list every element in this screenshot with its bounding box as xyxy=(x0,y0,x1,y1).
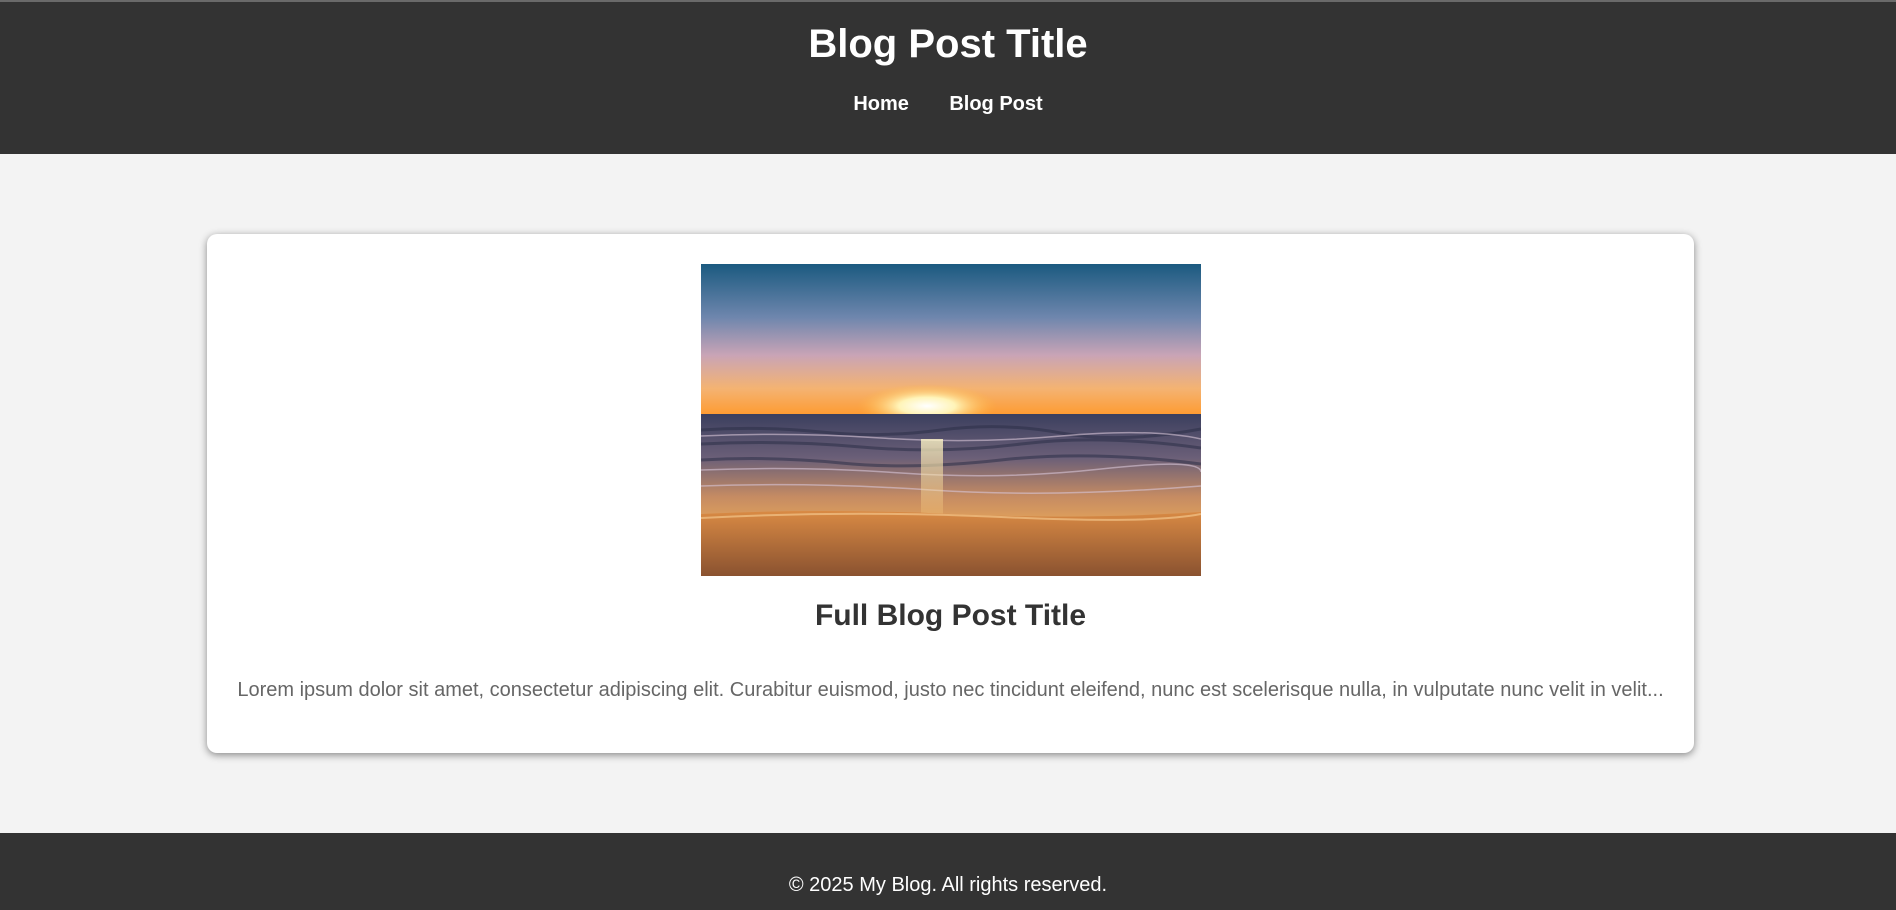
site-footer: © 2025 My Blog. All rights reserved. xyxy=(0,833,1896,910)
post-excerpt: Lorem ipsum dolor sit amet, consectetur … xyxy=(237,679,1664,701)
footer-copyright: © 2025 My Blog. All rights reserved. xyxy=(788,874,1108,896)
nav-link-blog-post[interactable]: Blog Post xyxy=(949,92,1042,116)
nav-link-home[interactable]: Home xyxy=(853,92,909,116)
post-image xyxy=(701,264,1201,576)
main-nav: Home Blog Post xyxy=(0,92,1896,116)
site-header: Blog Post Title Home Blog Post xyxy=(0,0,1896,154)
site-title: Blog Post Title xyxy=(808,22,1088,66)
post-title: Full Blog Post Title xyxy=(814,599,1087,632)
post-card: Full Blog Post Title Lorem ipsum dolor s… xyxy=(207,234,1694,753)
